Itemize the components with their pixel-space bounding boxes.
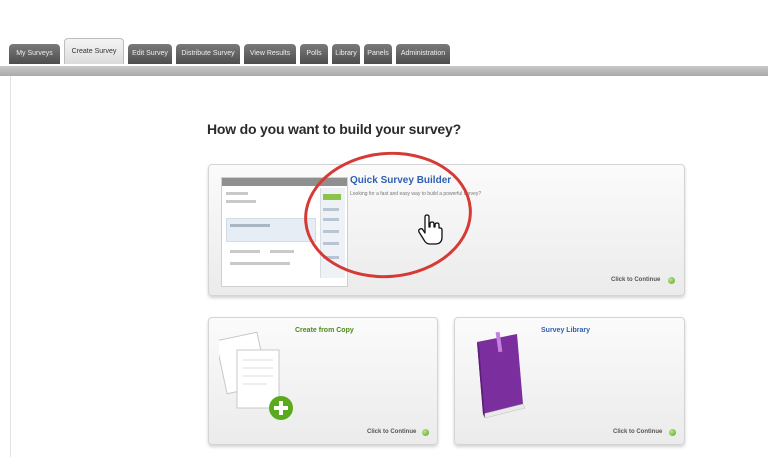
page-title: How do you want to build your survey? (207, 121, 461, 137)
card-title: Survey Library (541, 327, 591, 334)
click-to-continue-link[interactable]: Click to Continue (613, 429, 662, 435)
tab-bar: My Surveys Create Survey Edit Survey Dis… (0, 36, 768, 66)
tab-create-survey[interactable]: Create Survey (64, 38, 124, 64)
survey-library-card[interactable]: Survey Library Click to Continue (454, 317, 685, 445)
tab-library[interactable]: Library (332, 44, 360, 64)
create-from-copy-card[interactable]: Create from Copy Click to Continue (208, 317, 438, 445)
card-title: Create from Copy (295, 327, 354, 334)
survey-builder-preview-image (221, 177, 348, 287)
click-to-continue-link[interactable]: Click to Continue (367, 429, 416, 435)
documents-copy-icon (219, 331, 293, 420)
tab-administration[interactable]: Administration (396, 44, 450, 64)
tab-strip-divider (0, 66, 768, 76)
card-title: Quick Survey Builder (350, 175, 452, 186)
green-arrow-circle-icon (668, 277, 675, 284)
tab-panels[interactable]: Panels (364, 44, 392, 64)
click-to-continue-link[interactable]: Click to Continue (611, 277, 660, 283)
tab-my-surveys[interactable]: My Surveys (9, 44, 60, 64)
tab-distribute-survey[interactable]: Distribute Survey (176, 44, 240, 64)
green-arrow-circle-icon (669, 429, 676, 436)
tab-polls[interactable]: Polls (300, 44, 328, 64)
tab-view-results[interactable]: View Results (244, 44, 296, 64)
hand-pointer-icon (418, 214, 443, 245)
purple-book-icon (477, 331, 526, 419)
card-description-line1: Looking for a fast and easy way to build… (350, 191, 482, 197)
quick-survey-builder-card[interactable]: Quick Survey Builder Looking for a fast … (208, 164, 685, 296)
tab-edit-survey[interactable]: Edit Survey (128, 44, 172, 64)
green-arrow-circle-icon (422, 429, 429, 436)
